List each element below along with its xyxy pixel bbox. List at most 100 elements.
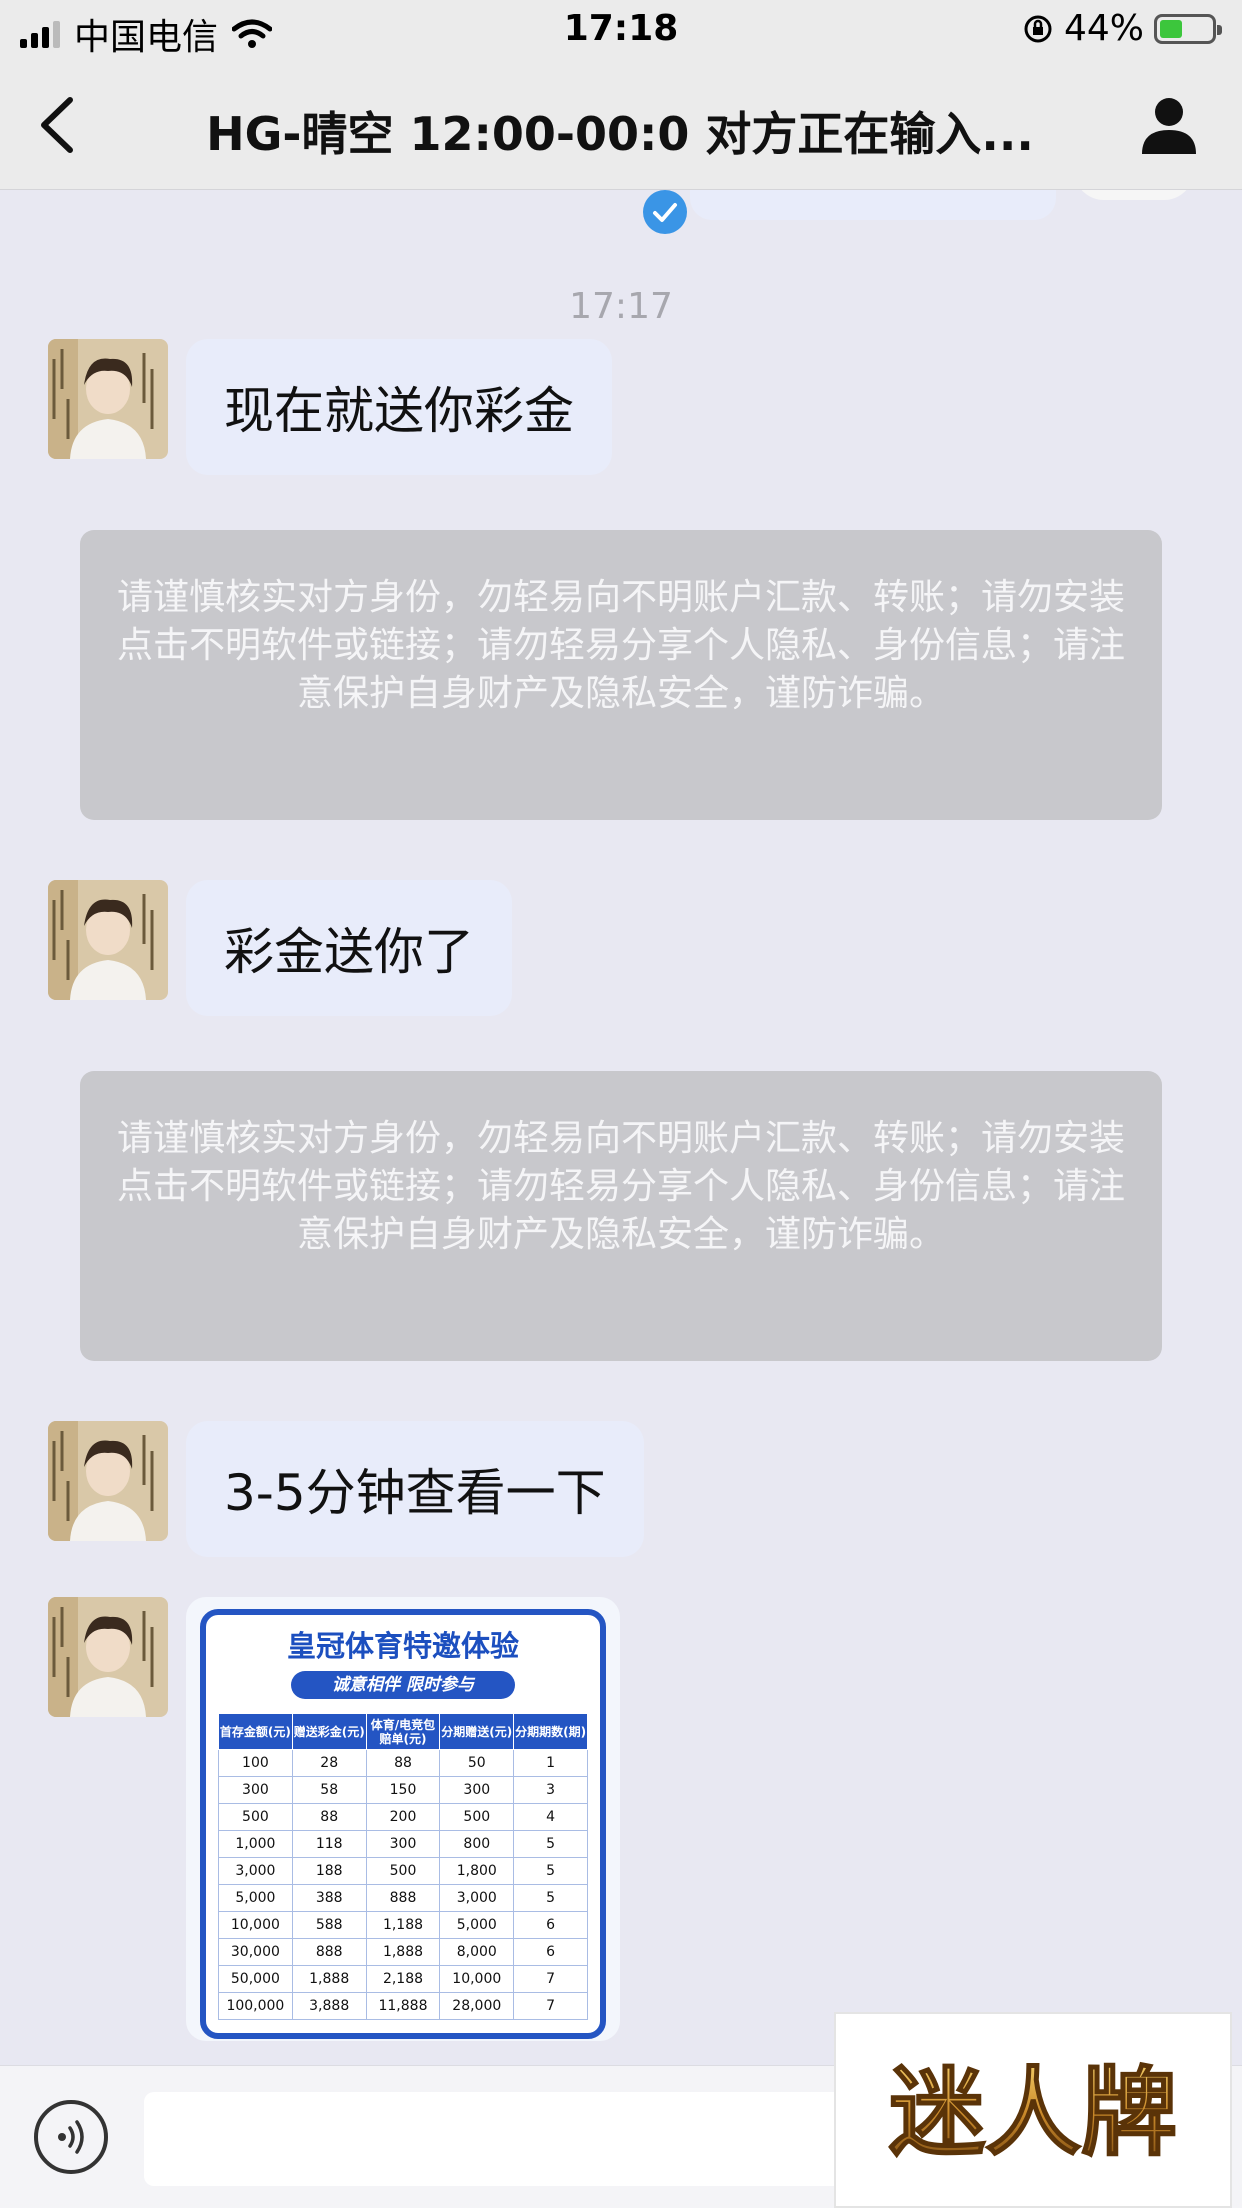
safety-warning-text: 请谨慎核实对方身份，勿轻易向不明账户汇款、转账；请勿安装点击不明软件或链接；请勿… (116, 1118, 1125, 1255)
promo-table-row: 10,000 588 1,188 5,000 6 (218, 1911, 588, 1939)
promo-table-cell: 5,000 (439, 1911, 515, 1939)
promo-table-cell: 100,000 (218, 1992, 293, 2020)
promo-header-cell: 分期期数(期) (513, 1713, 588, 1750)
promo-table-cell: 500 (218, 1803, 293, 1831)
watermark-text: 迷人牌 (889, 2057, 1177, 2169)
message-text: 3-5分钟查看一下 (224, 1464, 606, 1522)
promo-table-cell: 800 (439, 1830, 515, 1858)
contact-avatar[interactable] (48, 339, 168, 459)
promo-table-row: 500 88 200 500 4 (218, 1803, 588, 1831)
promo-header-cell: 体育/电竞包赔单(元) (365, 1713, 441, 1750)
promo-table-cell: 200 (365, 1803, 441, 1831)
promo-table-cell: 5 (513, 1830, 588, 1858)
promo-table-row: 100 28 88 50 1 (218, 1749, 588, 1777)
promo-table-cell: 1,188 (365, 1911, 441, 1939)
promo-table-cell: 28,000 (439, 1992, 515, 2020)
promo-table-cell: 88 (365, 1749, 441, 1777)
promo-table-header: 首存金额(元) 赠送彩金(元) 体育/电竞包赔单(元) 分期赠送(元) 分期期数… (218, 1713, 588, 1750)
promo-table-cell: 150 (365, 1776, 441, 1804)
rotation-lock-icon (1024, 15, 1052, 42)
status-right: 44% (1022, 8, 1222, 49)
promo-table-cell: 1,888 (291, 1965, 367, 1993)
promo-table-cell: 58 (291, 1776, 367, 1804)
voice-icon (58, 2120, 84, 2154)
promo-table-cell: 7 (513, 1965, 588, 1993)
promo-table-cell: 1,888 (365, 1938, 441, 1966)
promo-table-row: 50,000 1,888 2,188 10,000 7 (218, 1965, 588, 1993)
promo-table-cell: 6 (513, 1938, 588, 1966)
promo-table-cell: 30,000 (218, 1938, 293, 1966)
promo-table-cell: 6 (513, 1911, 588, 1939)
safety-warning-text: 请谨慎核实对方身份，勿轻易向不明账户汇款、转账；请勿安装点击不明软件或链接；请勿… (116, 577, 1125, 714)
watermark-graphic: 迷人牌 (888, 2056, 1178, 2170)
message-bubble[interactable]: 现在就送你彩金 (186, 339, 612, 475)
promo-table-cell: 888 (365, 1884, 441, 1912)
promo-table-row: 100,000 3,888 11,888 28,000 7 (218, 1992, 588, 2020)
image-message[interactable]: 皇冠体育特邀体验 诚意相伴 限时参与 首存金额(元) 赠送彩金(元) 体育/电竞… (186, 1597, 620, 2041)
promo-table-cell: 88 (291, 1803, 367, 1831)
promo-table-cell: 188 (291, 1857, 367, 1885)
promo-table-cell: 1,800 (439, 1857, 515, 1885)
back-chevron-icon[interactable] (30, 92, 90, 158)
promo-table-cell: 100 (218, 1749, 293, 1777)
promo-title: 皇冠体育特邀体验 (286, 1629, 519, 1663)
avatar-image (48, 1597, 168, 1717)
avatar-image (48, 1421, 168, 1541)
promo-subtitle: 诚意相伴 限时参与 (291, 1671, 515, 1699)
safety-warning: 请谨慎核实对方身份，勿轻易向不明账户汇款、转账；请勿安装点击不明软件或链接；请勿… (80, 1071, 1162, 1361)
promo-table-cell: 4 (513, 1803, 588, 1831)
promo-table-cell: 5,000 (218, 1884, 293, 1912)
promo-table-cell: 388 (291, 1884, 367, 1912)
promo-table-row: 1,000 118 300 800 5 (218, 1830, 588, 1858)
promo-table-cell: 3,888 (291, 1992, 367, 2020)
promo-header-cell: 分期赠送(元) (439, 1713, 515, 1750)
promo-table-cell: 1,000 (218, 1830, 293, 1858)
promo-table-cell: 888 (291, 1938, 367, 1966)
battery-fill (1160, 19, 1182, 38)
promo-table-cell: 10,000 (439, 1965, 515, 1993)
promo-image: 皇冠体育特邀体验 诚意相伴 限时参与 首存金额(元) 赠送彩金(元) 体育/电竞… (200, 1609, 606, 2039)
promo-table-body: 100 28 88 50 1 300 58 150 300 3 500 88 200 500 4 1,000 1… (218, 1749, 588, 2020)
promo-table-row: 30,000 888 1,888 8,000 6 (218, 1938, 588, 1966)
self-avatar (1074, 190, 1194, 200)
promo-table-cell: 1 (513, 1749, 588, 1777)
promo-table-row: 5,000 388 888 3,000 5 (218, 1884, 588, 1912)
nav-bar: HG-晴空 12:00-00:0 对方正在输入... (0, 62, 1242, 190)
promo-table-cell: 28 (291, 1749, 367, 1777)
promo-table: 首存金额(元) 赠送彩金(元) 体育/电竞包赔单(元) 分期赠送(元) 分期期数… (218, 1713, 588, 2020)
message-timestamp: 17:17 (569, 286, 673, 327)
promo-table-cell: 300 (218, 1776, 293, 1804)
message-bubble[interactable]: 彩金送你了 (186, 880, 512, 1016)
promo-table-cell: 118 (291, 1830, 367, 1858)
promo-table-cell: 7 (513, 1992, 588, 2020)
previous-message-bubble (690, 190, 1056, 220)
chat-title: HG-晴空 12:00-00:0 对方正在输入... (206, 107, 1034, 161)
contact-avatar[interactable] (48, 1597, 168, 1717)
promo-table-cell: 3 (513, 1776, 588, 1804)
voice-button[interactable] (34, 2100, 108, 2174)
contact-avatar[interactable] (48, 1421, 168, 1541)
battery-icon (1154, 13, 1222, 44)
promo-table-cell: 50,000 (218, 1965, 293, 1993)
profile-icon[interactable] (1136, 92, 1202, 158)
promo-table-cell: 300 (439, 1776, 515, 1804)
check-icon (643, 190, 687, 234)
avatar-image (48, 880, 168, 1000)
promo-table-cell: 11,888 (365, 1992, 441, 2020)
promo-table-row: 300 58 150 300 3 (218, 1776, 588, 1804)
contact-avatar[interactable] (48, 880, 168, 1000)
promo-table-row: 3,000 188 500 1,800 5 (218, 1857, 588, 1885)
watermark-logo: 迷人牌 (834, 2012, 1232, 2208)
chat-area[interactable]: 17:17 现在就送你彩金 请谨慎核实对方身份，勿轻易向不明账户汇款、转账；请勿… (0, 190, 1242, 2065)
promo-table-cell: 588 (291, 1911, 367, 1939)
promo-header-cell: 赠送彩金(元) (291, 1713, 367, 1750)
battery-percent: 44% (1063, 8, 1144, 49)
promo-table-cell: 5 (513, 1884, 588, 1912)
status-bar: 中国电信 17:18 44% (0, 0, 1242, 62)
promo-table-cell: 500 (439, 1803, 515, 1831)
safety-warning: 请谨慎核实对方身份，勿轻易向不明账户汇款、转账；请勿安装点击不明软件或链接；请勿… (80, 530, 1162, 820)
message-bubble[interactable]: 3-5分钟查看一下 (186, 1421, 644, 1557)
message-text: 彩金送你了 (224, 923, 474, 981)
avatar-image (48, 339, 168, 459)
promo-table-cell: 8,000 (439, 1938, 515, 1966)
